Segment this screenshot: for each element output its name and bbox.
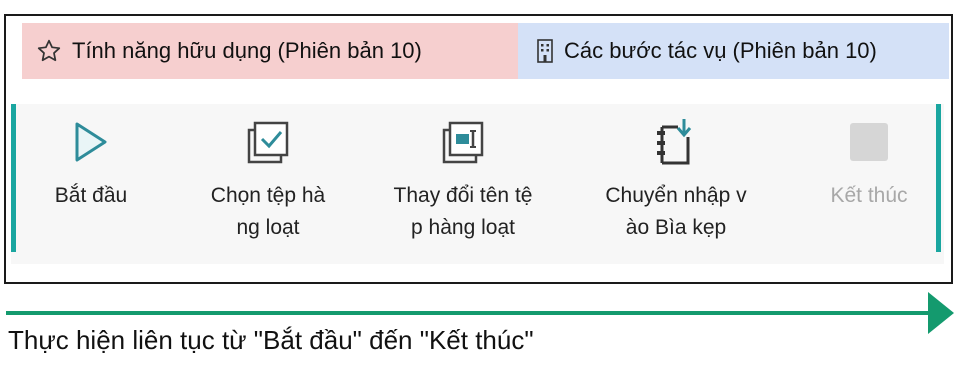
- end-label: Kết thúc: [830, 184, 908, 207]
- batch-rename-button[interactable]: Thay đổi tên tệ p hàng loạt: [368, 112, 558, 244]
- tab-task-steps[interactable]: Các bước tác vụ (Phiên bản 10): [518, 23, 949, 79]
- play-icon: [36, 112, 146, 172]
- tab-useful-features[interactable]: Tính năng hữu dụng (Phiên bản 10): [22, 23, 518, 79]
- ribbon-frame: Tính năng hữu dụng (Phiên bản 10) Các bư…: [4, 14, 953, 284]
- stop-icon: [814, 112, 924, 172]
- star-outline-icon: [36, 38, 62, 64]
- import-binder-button[interactable]: Chuyển nhập v ào Bìa kẹp: [576, 112, 776, 244]
- binder-import-icon: [576, 112, 776, 172]
- import-binder-label-line1: Chuyển nhập v: [605, 184, 747, 207]
- start-label: Bắt đầu: [54, 184, 128, 207]
- building-icon: [536, 38, 554, 64]
- batch-select-button[interactable]: Chọn tệp hà ng loạt: [184, 112, 352, 244]
- end-button[interactable]: Kết thúc: [814, 112, 924, 212]
- tab-task-steps-label: Các bước tác vụ (Phiên bản 10): [564, 38, 877, 63]
- rename-stack-icon: [368, 112, 558, 172]
- tab-useful-features-label: Tính năng hữu dụng (Phiên bản 10): [72, 38, 422, 63]
- batch-select-label-line1: Chọn tệp hà: [210, 184, 326, 207]
- ribbon-left-marker: [11, 104, 16, 252]
- tab-bar: Tính năng hữu dụng (Phiên bản 10) Các bư…: [22, 23, 949, 79]
- ribbon-right-marker: [936, 104, 941, 252]
- batch-rename-label-line1: Thay đổi tên tệ: [393, 184, 533, 207]
- checkbox-stack-icon: [184, 112, 352, 172]
- start-button[interactable]: Bắt đầu: [36, 112, 146, 212]
- batch-rename-label-line2: p hàng loạt: [411, 216, 515, 239]
- batch-select-label-line2: ng loạt: [236, 216, 300, 239]
- import-binder-label-line2: ào Bìa kẹp: [625, 216, 727, 239]
- caption-text: Thực hiện liên tục từ "Bắt đầu" đến "Kết…: [8, 325, 534, 355]
